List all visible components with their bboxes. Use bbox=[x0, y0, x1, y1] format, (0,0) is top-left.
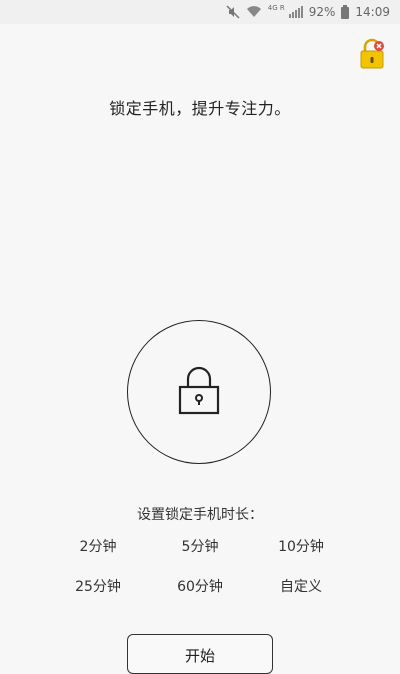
lock-circle[interactable] bbox=[127, 320, 271, 464]
mute-icon bbox=[226, 5, 240, 19]
battery-percent: 92% bbox=[308, 5, 336, 19]
signal-icon bbox=[288, 6, 303, 18]
headline: 锁定手机，提升专注力。 bbox=[109, 99, 291, 118]
network-type: 4G R bbox=[267, 4, 285, 12]
duration-label: 设置锁定手机时长： bbox=[137, 507, 263, 523]
option-25-min[interactable]: 25分钟 bbox=[48, 576, 148, 596]
clock: 14:09 bbox=[355, 5, 390, 19]
option-60-min[interactable]: 60分钟 bbox=[150, 576, 250, 596]
start-button[interactable]: 开始 bbox=[127, 634, 273, 674]
option-custom[interactable]: 自定义 bbox=[251, 576, 351, 596]
option-5-min[interactable]: 5分钟 bbox=[150, 536, 250, 556]
status-bar: 4G R 92% 14:09 bbox=[0, 0, 400, 24]
option-10-min[interactable]: 10分钟 bbox=[251, 536, 351, 556]
padlock-icon bbox=[178, 364, 220, 420]
start-button-label: 开始 bbox=[184, 647, 215, 665]
wifi-icon bbox=[246, 6, 262, 18]
lock-badge-icon[interactable] bbox=[358, 38, 386, 70]
option-2-min[interactable]: 2分钟 bbox=[48, 536, 148, 556]
battery-icon bbox=[341, 5, 350, 19]
